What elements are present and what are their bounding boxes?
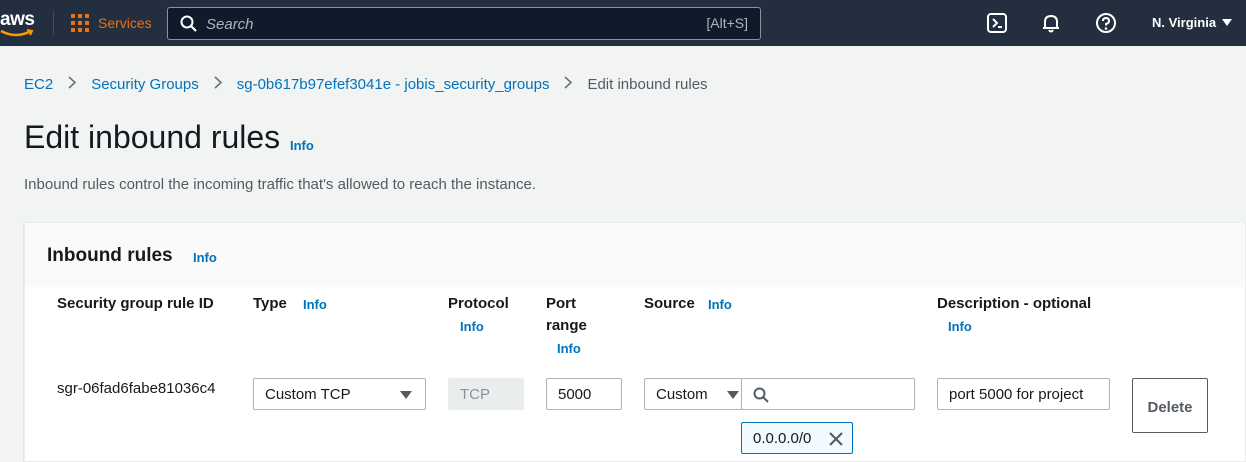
close-icon[interactable] [828,431,844,447]
caret-down-icon [1222,19,1233,26]
type-select-value: Custom TCP [265,386,351,403]
cloudshell-icon[interactable] [986,12,1008,34]
region-selector[interactable]: N. Virginia [1152,15,1233,30]
chevron-right-icon [68,76,77,93]
page-description: Inbound rules control the incoming traff… [24,176,537,193]
page-title-info-link[interactable]: Info [290,138,314,153]
breadcrumb-security-group[interactable]: sg-0b617b97efef3041e - jobis_security_gr… [237,76,550,93]
panel-info-link[interactable]: Info [193,250,217,265]
breadcrumb: EC2 Security Groups sg-0b617b97efef3041e… [24,76,708,93]
breadcrumb-ec2[interactable]: EC2 [24,76,53,93]
port-range-info-link[interactable]: Info [557,341,581,356]
rule-id-value: sgr-06fad6fabe81036c4 [57,380,216,397]
column-header-rule-id: Security group rule ID [57,295,214,312]
column-header-source: Source [644,295,695,312]
services-menu-button[interactable]: Services [71,13,152,33]
search-icon [180,15,197,32]
source-info-link[interactable]: Info [708,297,732,312]
aws-logo[interactable]: aws [0,7,40,37]
caret-down-icon [727,391,739,399]
column-header-range: range [546,317,587,334]
protocol-info-link[interactable]: Info [460,319,484,334]
services-label: Services [98,15,152,31]
description-value: port 5000 for project [949,386,1084,403]
aws-smile-icon [0,29,34,37]
help-icon[interactable] [1095,12,1117,34]
grid-icon [71,14,89,32]
source-type-value: Custom [656,386,708,403]
port-range-input[interactable]: 5000 [546,378,622,410]
chevron-right-icon [564,76,573,93]
nav-divider [53,11,54,35]
protocol-field: TCP [448,378,524,410]
page-title: Edit inbound rules [24,119,281,155]
source-search-input[interactable] [741,378,915,410]
breadcrumb-current: Edit inbound rules [587,76,708,93]
breadcrumb-security-groups[interactable]: Security Groups [91,76,199,93]
column-header-type: Type [253,295,287,312]
search-icon [753,387,769,403]
global-search-box[interactable]: [Alt+S] [167,7,761,40]
search-shortcut-hint: [Alt+S] [706,15,748,31]
column-header-port: Port [546,295,576,312]
type-select[interactable]: Custom TCP [253,378,426,410]
chevron-right-icon [214,76,222,93]
description-info-link[interactable]: Info [948,319,972,334]
top-nav-bar: aws Services [Alt+S] N. Virginia [0,0,1246,46]
source-type-select[interactable]: Custom [644,378,742,410]
delete-rule-button[interactable]: Delete [1132,378,1208,433]
bell-icon[interactable] [1040,12,1062,34]
region-label: N. Virginia [1152,15,1217,30]
panel-title: Inbound rules [47,245,173,266]
type-info-link[interactable]: Info [303,297,327,312]
inbound-rules-panel: Inbound rules Info [24,222,1246,462]
protocol-value: TCP [460,386,490,403]
caret-down-icon [400,391,412,399]
description-input[interactable]: port 5000 for project [937,378,1110,410]
column-header-protocol: Protocol [448,295,509,312]
panel-header: Inbound rules Info [25,223,1245,287]
column-header-description: Description - optional [937,295,1092,312]
aws-logo-text: aws [0,9,35,30]
source-cidr-token: 0.0.0.0/0 [741,422,853,454]
search-input[interactable] [206,13,686,35]
port-range-value: 5000 [558,386,592,403]
source-cidr-value: 0.0.0.0/0 [753,430,812,447]
